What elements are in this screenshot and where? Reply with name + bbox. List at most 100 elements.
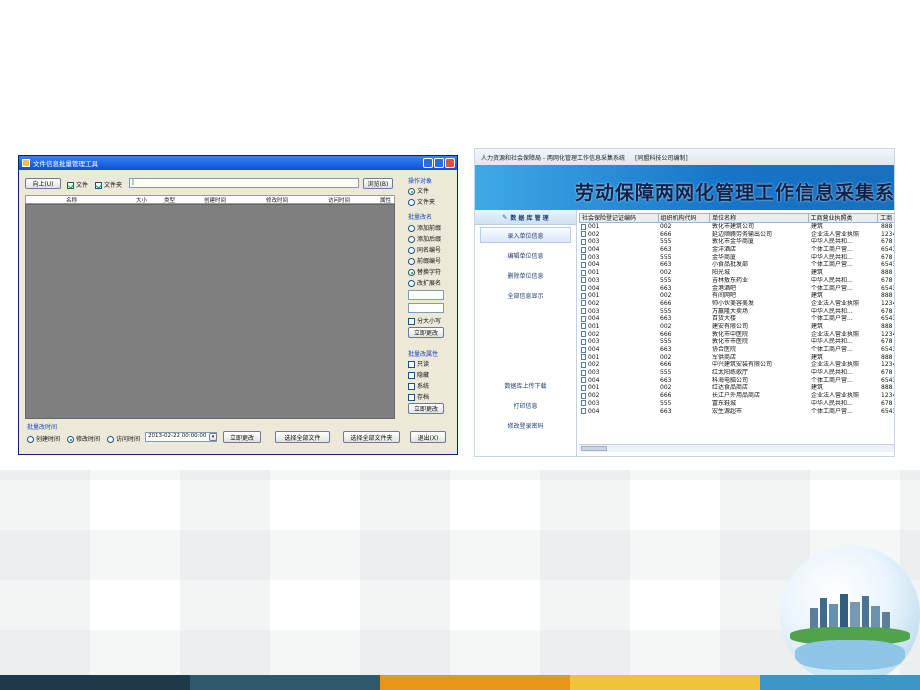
sidebar-item-show-all[interactable]: 全部信息显示 — [475, 285, 576, 305]
scroll-thumb[interactable] — [581, 446, 607, 451]
table-cell: 004 — [579, 315, 658, 323]
sidebar-item-edit-unit[interactable]: 编辑单位信息 — [475, 245, 576, 265]
check-archive[interactable]: 存档 — [408, 392, 429, 401]
table-row[interactable]: 003 555 敦化市市医院 中华人民共和... 678 — [579, 338, 894, 346]
radio-add-suffix[interactable]: 添加后缀 — [408, 234, 441, 243]
table-row[interactable]: 002 666 帅小伙美容美发 企业法人营业执照 1234 — [579, 300, 894, 308]
table-cell: 建筑 — [811, 353, 824, 361]
table-cell: 003 — [579, 369, 658, 377]
table-row[interactable]: 001 002 红达食品商店 建筑 888 — [579, 384, 894, 392]
rename-replace-input[interactable] — [408, 303, 444, 313]
col-license-type[interactable]: 工商营业执照类 — [809, 214, 879, 222]
radio-same-name-number[interactable]: 同名编号 — [408, 245, 441, 254]
browse-button[interactable]: 浏览(B) — [363, 178, 393, 189]
table-row[interactable]: 003 555 吉林敖东药业 中华人民共和... 678 — [579, 277, 894, 285]
table-row[interactable]: 004 663 小食品批发部 个体工商户营... 6543 — [579, 261, 894, 269]
radio-created-time[interactable]: 创建时间 — [27, 434, 60, 443]
up-button[interactable]: 向上(U) — [25, 178, 61, 189]
rename-find-input[interactable] — [408, 290, 444, 300]
sidebar-item-print[interactable]: 打印信息 — [475, 395, 576, 415]
col-type[interactable]: 类型 — [164, 196, 175, 204]
radio-replace-chars[interactable]: 替换字符 — [408, 267, 441, 276]
rename-group-label: 批量改名 — [408, 214, 433, 221]
table-row[interactable]: 001 002 军供商店 建筑 888 — [579, 353, 894, 362]
col-modified[interactable]: 修改时间 — [266, 196, 288, 204]
table-row[interactable]: 004 663 金洋酒店 个体工商户营... 6543 — [579, 246, 894, 254]
table-row[interactable]: 004 663 百货大楼 个体工商户营... 6543 — [579, 315, 894, 323]
col-name[interactable]: 名称 — [66, 196, 77, 204]
maximize-button[interactable] — [434, 158, 444, 168]
check-hidden[interactable]: 隐藏 — [408, 370, 429, 379]
table-row[interactable]: 003 555 富东鞋城 中华人民共和... 678 — [579, 400, 894, 408]
radio-operate-file[interactable]: 文件 — [408, 186, 429, 195]
col-size[interactable]: 大小 — [136, 196, 147, 204]
table-row[interactable]: 002 666 长江户外用品商店 企业法人营业执照 1234 — [579, 392, 894, 400]
table-cell: 6543 — [881, 284, 895, 292]
table-row[interactable]: 003 555 万赢隆大卖场 中华人民共和... 678 — [579, 308, 894, 316]
radio-add-prefix[interactable]: 添加前缀 — [408, 223, 441, 232]
check-system[interactable]: 系统 — [408, 381, 429, 390]
check-folder[interactable]: 文件夹 — [95, 180, 122, 189]
table-row[interactable]: 003 555 红太阳练歌厅 中华人民共和... 678 — [579, 369, 894, 377]
table-row[interactable]: 003 555 敦化市金华商厦 中华人民共和... 678 — [579, 238, 894, 246]
col-org-code[interactable]: 组织机构代码 — [659, 214, 711, 222]
exit-button[interactable]: 退出(X) — [410, 431, 446, 443]
table-cell: 663 — [660, 315, 672, 323]
table-cell: 002 — [660, 384, 672, 392]
table-row[interactable]: 002 666 中兴建筑安装有限公司 企业法人营业执照 1234 — [579, 361, 894, 369]
radio-modified-time[interactable]: 修改时间 — [67, 434, 100, 443]
table-cell: 企业法人营业执照 — [811, 230, 860, 238]
minimize-button[interactable] — [423, 158, 433, 168]
table-cell: 002 — [579, 231, 658, 239]
check-file[interactable]: 文件 — [67, 180, 88, 189]
table-cell: 建筑 — [811, 269, 824, 277]
table-row[interactable]: 004 663 宏生源超市 个体工商户营... 6543 — [579, 408, 894, 416]
sidebar-item-change-password[interactable]: 修改登录密码 — [475, 415, 576, 435]
chevron-down-icon[interactable]: ▾ — [209, 433, 217, 441]
table-row[interactable]: 004 663 科海电脑公司 个体工商户营... 6543 — [579, 377, 894, 385]
file-list[interactable] — [25, 204, 395, 419]
col-created[interactable]: 创建时间 — [204, 196, 226, 204]
radio-accessed-time[interactable]: 访问时间 — [107, 434, 140, 443]
datetime-picker[interactable]: 2013-02-22 00:00:00 — [145, 432, 217, 442]
record-icon — [581, 384, 586, 391]
apply-rename-button[interactable]: 立即更改 — [408, 327, 444, 338]
col-insurance-code[interactable]: 社会保险登记证编码 — [580, 214, 659, 222]
cell-text: 003 — [588, 369, 600, 377]
table-row[interactable]: 003 555 金华商厦 中华人民共和... 678 — [579, 254, 894, 262]
select-all-files-button[interactable]: 选择全部文件 — [275, 431, 330, 443]
sidebar-item-db-upload-download[interactable]: 数据库上传下载 — [475, 375, 576, 395]
sidebar-item-add-unit[interactable]: 录入单位信息 — [480, 227, 571, 243]
record-icon — [581, 361, 586, 368]
radio-change-ext[interactable]: 改扩展名 — [408, 278, 441, 287]
close-button[interactable] — [445, 158, 455, 168]
col-attr[interactable]: 属性 — [380, 196, 391, 204]
table-cell: 663 — [660, 246, 672, 254]
table-row[interactable]: 004 663 金港酒吧 个体工商户营... 6543 — [579, 284, 895, 293]
col-unit-name[interactable]: 单位名称 — [710, 214, 809, 222]
radio-operate-folder[interactable]: 文件夹 — [408, 197, 435, 206]
check-case-sensitive[interactable]: 分大小写 — [408, 316, 441, 325]
table-cell: 004 — [579, 408, 658, 416]
table-row[interactable]: 001 002 敦化市建筑公司 建筑 888 — [579, 223, 894, 231]
horizontal-scrollbar[interactable] — [579, 444, 894, 452]
apply-time-button[interactable]: 立即更改 — [223, 431, 261, 443]
table-cell: 003 — [579, 254, 658, 262]
path-input[interactable]: | — [129, 178, 359, 188]
table-row[interactable]: 001 002 建安有限公司 建筑 888 — [579, 323, 894, 331]
table-row[interactable]: 002 666 敦化市中医院 企业法人营业执照 1234 — [579, 331, 894, 339]
radio-prefix-number[interactable]: 前缀编号 — [408, 256, 441, 265]
select-all-folders-button[interactable]: 选择全部文件夹 — [343, 431, 400, 443]
table-row[interactable]: 004 663 协合医院 个体工商户营... 6543 — [579, 346, 894, 354]
apply-attr-button[interactable]: 立即更改 — [408, 403, 444, 414]
sidebar-item-delete-unit[interactable]: 删除单位信息 — [475, 265, 576, 285]
col-commerce[interactable]: 工商 — [878, 214, 894, 222]
table-row[interactable]: 001 002 有间网吧 建筑 888 — [579, 292, 894, 300]
unit-table[interactable]: 社会保险登记证编码 组织机构代码 单位名称 工商营业执照类 工商 001 002 敦… — [579, 213, 895, 456]
table-row[interactable]: 001 002 阳光城 建筑 888 — [579, 269, 894, 277]
check-readonly[interactable]: 只读 — [408, 359, 429, 368]
bar-segment — [570, 675, 760, 690]
table-row[interactable]: 002 666 延边顺腾劳务输出公司 企业法人营业执照 1234 — [579, 230, 894, 239]
col-accessed[interactable]: 访问时间 — [328, 196, 350, 204]
record-icon — [581, 392, 586, 399]
